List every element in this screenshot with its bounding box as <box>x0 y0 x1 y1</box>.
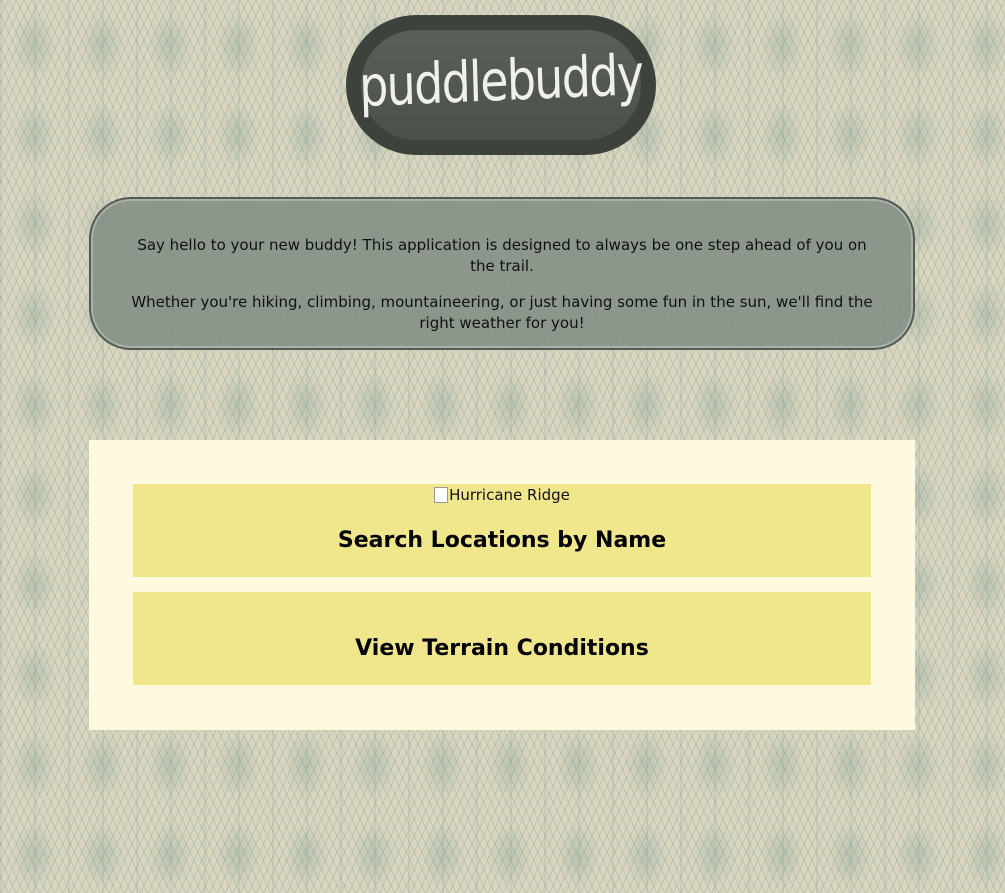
menu-panel: Hurricane Ridge Search Locations by Name… <box>89 440 915 730</box>
search-locations-label: Search Locations by Name <box>337 528 667 553</box>
intro-line-2: Whether you're hiking, climbing, mountai… <box>131 293 873 332</box>
image-alt-text: Hurricane Ridge <box>449 486 570 504</box>
view-terrain-label: View Terrain Conditions <box>355 636 649 661</box>
search-locations-button[interactable]: Hurricane Ridge Search Locations by Name <box>133 484 871 577</box>
hurricane-ridge-image: Hurricane Ridge <box>133 485 871 505</box>
intro-line-1: Say hello to your new buddy! This applic… <box>137 236 867 275</box>
logo-badge: puddlebuddy <box>346 15 656 155</box>
logo-inner: puddlebuddy <box>358 30 644 140</box>
broken-image-icon <box>434 487 449 503</box>
intro-box: Say hello to your new buddy! This applic… <box>89 197 915 350</box>
logo-text: puddlebuddy <box>358 42 644 121</box>
view-terrain-button[interactable]: View Terrain Conditions <box>133 592 871 685</box>
